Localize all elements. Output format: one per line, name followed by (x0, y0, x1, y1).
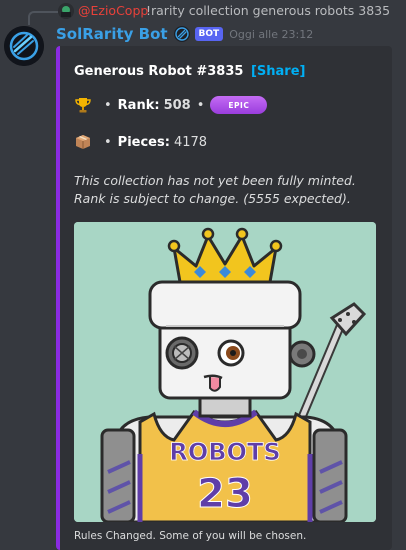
rank-value: 508 (163, 97, 191, 113)
robot-head (148, 280, 316, 400)
separator-dot: • (104, 134, 112, 150)
package-icon (74, 133, 92, 151)
verified-icon (173, 26, 190, 42)
embed-title: Generous Robot #3835 [Share] (74, 64, 305, 79)
rarity-badge: EPIC (210, 96, 268, 114)
pieces-value: 4178 (173, 134, 208, 150)
reply-username[interactable]: @EzioCopp (78, 3, 148, 18)
jersey-text: ROBOTS (169, 438, 280, 466)
rarity-embed: Generous Robot #3835 [Share] • Rank: 508… (56, 46, 392, 550)
bot-avatar[interactable] (4, 26, 44, 66)
reply-avatar-icon (58, 3, 74, 19)
robot-body: ROBOTS 23 (100, 409, 348, 522)
pieces-label: Pieces: (117, 134, 170, 150)
rank-label: Rank: (117, 97, 160, 113)
jersey-number: 23 (197, 471, 253, 517)
trophy-icon (74, 96, 92, 114)
separator-dot: • (196, 97, 205, 113)
message-timestamp[interactable]: Oggi alle 23:12 (229, 28, 313, 41)
rank-row: • Rank: 508 • EPIC (74, 96, 268, 114)
reply-avatar[interactable] (58, 3, 74, 19)
message-header: SolRarity Bot BOT Oggi alle 23:12 (56, 24, 313, 44)
pieces-row: • Pieces: 4178 (74, 133, 207, 151)
embed-title-text: Generous Robot #3835 (74, 64, 244, 79)
reply-command-text[interactable]: !rarity collection generous robots 3835 (146, 3, 390, 18)
bot-tag: BOT (194, 27, 224, 41)
reply-spine (28, 11, 58, 25)
separator-dot: • (104, 97, 112, 113)
bot-avatar-image (4, 26, 44, 66)
mint-note: This collection has not yet been fully m… (74, 173, 356, 206)
robot-illustration: ROBOTS 23 (74, 222, 376, 522)
nft-robot-image[interactable]: ROBOTS 23 (74, 222, 376, 522)
embed-footer: Rules Changed. Some of you will be chose… (74, 530, 307, 542)
share-link[interactable]: [Share] (251, 64, 306, 79)
author-name[interactable]: SolRarity Bot (56, 25, 168, 43)
